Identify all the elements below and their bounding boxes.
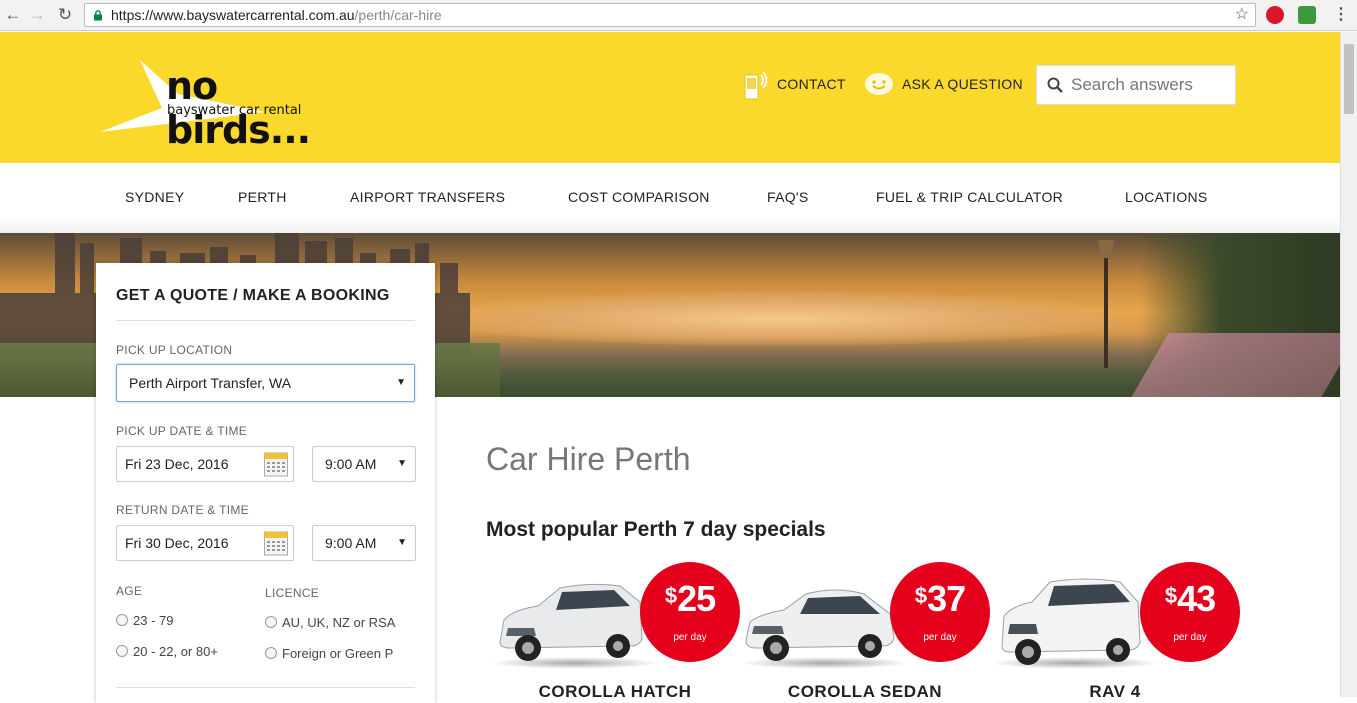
extension-icon[interactable] xyxy=(1266,6,1284,24)
price-amount: $37 xyxy=(890,578,990,620)
car-name: COROLLA HATCH xyxy=(538,682,692,701)
licence-option-label: AU, UK, NZ or RSA xyxy=(282,615,396,630)
search-input[interactable] xyxy=(1071,66,1231,104)
specials-title: Most popular Perth 7 day specials xyxy=(486,518,826,541)
car-image-suv xyxy=(1001,578,1141,665)
hero-river xyxy=(430,291,1130,346)
price-per-day: per day xyxy=(923,632,957,643)
main-nav: SYDNEY PERTH AIRPORT TRANSFERS COST COMP… xyxy=(0,163,1340,233)
extension-icon[interactable] xyxy=(1298,6,1316,24)
lock-icon xyxy=(94,10,102,21)
phone-icon xyxy=(744,71,768,100)
radio-button[interactable] xyxy=(265,616,277,628)
return-time-select[interactable]: 9:00 AM ▼ xyxy=(312,525,416,561)
price-value: 43 xyxy=(1177,578,1216,619)
logo[interactable]: no birds... bayswater car rental xyxy=(100,60,360,152)
car-name: COROLLA SEDAN xyxy=(787,682,943,701)
scroll-thumb[interactable] xyxy=(1344,44,1354,114)
return-date-field[interactable]: Fri 30 Dec, 2016 xyxy=(116,525,294,561)
return-time-value: 9:00 AM xyxy=(325,535,377,551)
car-image-hatch xyxy=(499,583,643,661)
nav-item-perth[interactable]: PERTH xyxy=(238,189,287,205)
divider xyxy=(116,687,415,688)
price-currency: $ xyxy=(664,583,677,608)
price-amount: $43 xyxy=(1140,578,1240,620)
browser-menu-icon[interactable]: ⋮ xyxy=(1333,4,1349,24)
booking-panel: GET A QUOTE / MAKE A BOOKING PICK UP LOC… xyxy=(96,263,435,703)
licence-option-foreign[interactable]: Foreign or Green P xyxy=(265,646,393,661)
reload-icon[interactable]: ↻ xyxy=(54,4,76,26)
radio-button[interactable] xyxy=(265,647,277,659)
scrollbar[interactable] xyxy=(1340,32,1357,697)
radio-button[interactable] xyxy=(116,645,128,657)
return-date-value: Fri 30 Dec, 2016 xyxy=(125,535,229,551)
back-icon[interactable]: ← xyxy=(2,4,24,26)
price-value: 37 xyxy=(927,578,966,619)
price-per-day: per day xyxy=(1173,632,1207,643)
car-card-corolla-hatch[interactable]: $25 per day COROLLA HATCH xyxy=(490,562,740,701)
pickup-time-value: 9:00 AM xyxy=(325,456,377,472)
logo-subtext: bayswater car rental xyxy=(167,103,302,118)
site-header: no birds... bayswater car rental CONTACT… xyxy=(0,32,1340,163)
nav-item-locations[interactable]: LOCATIONS xyxy=(1125,189,1208,205)
car-image-sedan xyxy=(745,589,895,661)
search-box[interactable] xyxy=(1036,65,1236,105)
price-currency: $ xyxy=(1164,583,1177,608)
pickup-date-field[interactable]: Fri 23 Dec, 2016 xyxy=(116,446,294,482)
return-datetime-label: RETURN DATE & TIME xyxy=(116,503,249,517)
pickup-time-select[interactable]: 9:00 AM ▼ xyxy=(312,446,416,482)
nav-item-cost-comparison[interactable]: COST COMPARISON xyxy=(568,189,710,205)
age-option-label: 23 - 79 xyxy=(133,613,174,628)
price-per-day: per day xyxy=(673,632,707,643)
price-badge: $37 per day xyxy=(890,562,990,662)
licence-option-label: Foreign or Green P xyxy=(282,646,394,661)
ask-question-link[interactable]: ASK A QUESTION xyxy=(902,76,1023,92)
chevron-down-icon: ▼ xyxy=(396,377,406,388)
calendar-icon[interactable] xyxy=(264,451,288,477)
price-value: 25 xyxy=(677,578,716,619)
price-badge: $25 per day xyxy=(640,562,740,662)
pickup-location-select[interactable]: Perth Airport Transfer, WA ▼ xyxy=(116,364,415,402)
chevron-down-icon: ▼ xyxy=(397,537,407,548)
contact-link[interactable]: CONTACT xyxy=(777,76,846,92)
bookmark-star-icon[interactable]: ☆ xyxy=(1235,4,1249,26)
price-amount: $25 xyxy=(640,578,740,620)
pickup-datetime-label: PICK UP DATE & TIME xyxy=(116,424,248,438)
price-currency: $ xyxy=(914,583,927,608)
pickup-location-value: Perth Airport Transfer, WA xyxy=(129,375,292,391)
car-card-rav4[interactable]: $43 per day RAV 4 xyxy=(990,562,1240,701)
pickup-date-value: Fri 23 Dec, 2016 xyxy=(125,456,229,472)
age-option-23-79[interactable]: 23 - 79 xyxy=(116,613,173,628)
radio-button[interactable] xyxy=(116,614,128,626)
forward-icon[interactable]: → xyxy=(26,4,48,26)
search-icon xyxy=(1047,77,1063,93)
age-label: AGE xyxy=(116,584,143,598)
url-host: https://www.bayswatercarrental.com.au xyxy=(111,7,355,23)
chevron-down-icon: ▼ xyxy=(397,458,407,469)
divider xyxy=(116,320,415,321)
car-name: RAV 4 xyxy=(1089,682,1141,701)
nav-item-faqs[interactable]: FAQ'S xyxy=(767,189,809,205)
page-title: Car Hire Perth xyxy=(486,441,691,477)
nav-item-fuel-trip-calculator[interactable]: FUEL & TRIP CALCULATOR xyxy=(876,189,1063,205)
car-card-corolla-sedan[interactable]: $37 per day COROLLA SEDAN xyxy=(740,562,990,701)
age-option-20-22-80[interactable]: 20 - 22, or 80+ xyxy=(116,644,218,659)
nav-item-sydney[interactable]: SYDNEY xyxy=(125,189,184,205)
nav-item-airport-transfers[interactable]: AIRPORT TRANSFERS xyxy=(350,189,505,205)
hero-lamp-post xyxy=(1098,240,1114,368)
age-option-label: 20 - 22, or 80+ xyxy=(133,644,218,659)
licence-option-au[interactable]: AU, UK, NZ or RSA xyxy=(265,615,395,630)
calendar-icon[interactable] xyxy=(264,530,288,556)
price-badge: $43 per day xyxy=(1140,562,1240,662)
browser-toolbar: ← → ↻ https://www.bayswatercarrental.com… xyxy=(0,0,1357,31)
url-path: /perth/car-hire xyxy=(354,7,442,23)
booking-title: GET A QUOTE / MAKE A BOOKING xyxy=(116,287,390,304)
hero-path xyxy=(1131,333,1340,397)
chat-smiley-icon xyxy=(865,73,893,95)
licence-label: LICENCE xyxy=(265,586,320,600)
address-bar[interactable]: https://www.bayswatercarrental.com.au/pe… xyxy=(84,3,1256,27)
pickup-location-label: PICK UP LOCATION xyxy=(116,343,233,357)
